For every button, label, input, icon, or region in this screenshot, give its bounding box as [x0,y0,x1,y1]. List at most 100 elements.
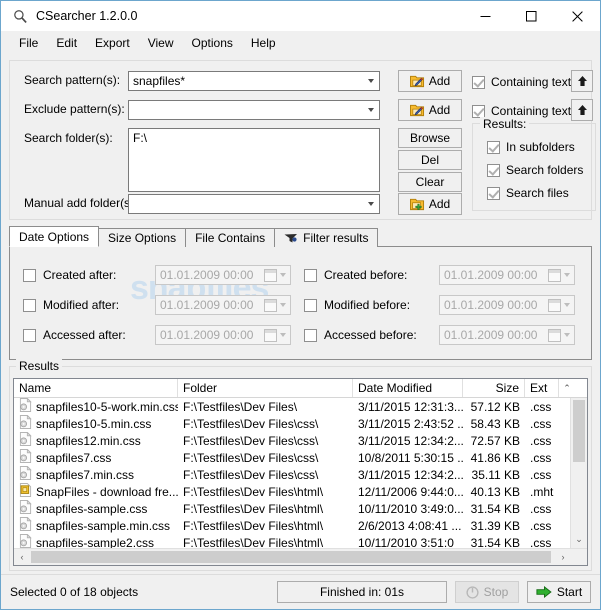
created-before-checkbox[interactable] [304,268,317,282]
checkbox-box [487,140,500,154]
tab-filter-results[interactable]: Filter results [274,228,379,247]
modified-after-field[interactable]: 01.01.2009 00:00 [155,295,291,315]
browse-button[interactable]: Browse [398,128,462,148]
search-pattern-input[interactable]: snapfiles* [128,71,380,91]
menu-item-file[interactable]: File [10,33,47,53]
menu-item-options[interactable]: Options [183,33,242,53]
date-picker-icons[interactable] [548,268,574,282]
cell-size: 41.86 KB [470,450,520,465]
containing-text-1-checkbox[interactable]: Containing text [472,75,571,89]
option-search-files[interactable]: Search files [487,186,569,200]
menu-item-view[interactable]: View [139,33,183,53]
cell-name: snapfiles7.min.css [14,466,178,483]
tab-date-options[interactable]: Date Options [9,226,100,247]
option-in-subfolders[interactable]: In subfolders [487,140,575,154]
finished-indicator: Finished in: 01s [277,581,447,603]
column-header-folder[interactable]: Folder [178,379,353,397]
css-file-icon [19,432,36,449]
maximize-button[interactable] [508,1,554,31]
start-button[interactable]: Start [527,581,591,603]
modified-before-checkbox[interactable] [304,298,317,312]
created-before-row: Created before: 01.01.2009 00:00 [304,265,575,285]
cell-ext: .mht [530,484,554,499]
table-row[interactable]: snapfiles-sample2.css F:\Testfiles\Dev Fi… [14,534,587,548]
scroll-up-arrow-icon[interactable]: ⌃ [559,379,575,397]
results-vertical-scrollbar[interactable]: ⌄ [570,398,587,548]
containing-text-1-label: Containing text [491,75,572,89]
accessed-after-label: Accessed after: [43,328,126,342]
modified-before-field[interactable]: 01.01.2009 00:00 [439,295,575,315]
clear-label: Clear [415,175,445,189]
created-before-field[interactable]: 01.01.2009 00:00 [439,265,575,285]
chevron-down-icon[interactable] [362,72,379,90]
column-header-size[interactable]: Size [463,379,525,397]
exclude-pattern-input[interactable] [128,100,380,120]
cell-name: snapfiles7.css [14,449,178,466]
app-window: CSearcher 1.2.0.0 File Edit Export View … [0,0,601,610]
table-row[interactable]: snapfiles-sample.min.css F:\Testfiles\Dev… [14,517,587,534]
option-search-folders[interactable]: Search folders [487,163,583,177]
date-picker-icons[interactable] [264,328,290,342]
menu-item-help[interactable]: Help [242,33,285,53]
results-horizontal-scrollbar[interactable]: ‹ › [14,548,587,565]
table-row[interactable]: snapfiles10-5.min.css F:\Testfiles\Dev Fi… [14,415,587,432]
horizontal-scroll-thumb[interactable] [31,551,551,563]
tab-size-options[interactable]: Size Options [98,228,187,247]
accessed-after-field[interactable]: 01.01.2009 00:00 [155,325,291,345]
add-pattern-button[interactable]: Add [398,70,462,92]
menu-bar: File Edit Export View Options Help [1,31,600,54]
cell-folder: F:\Testfiles\Dev Files\html\ [183,484,324,499]
browse-label: Browse [409,131,450,145]
minimize-button[interactable] [462,1,508,31]
menu-item-export[interactable]: Export [86,33,139,53]
cell-date-modified: 3/11/2015 12:34:2... [358,467,463,482]
date-picker-icons[interactable] [264,298,290,312]
table-row[interactable]: snapfiles7.min.css F:\Testfiles\Dev Files… [14,466,587,483]
manual-add-button[interactable]: Add [398,193,462,215]
modified-after-checkbox[interactable] [23,298,36,312]
pattern-up-button[interactable] [571,70,593,92]
chevron-down-icon[interactable] [362,101,379,119]
exclude-up-button[interactable] [571,99,593,121]
accessed-before-field[interactable]: 01.01.2009 00:00 [439,325,575,345]
created-after-field[interactable]: 01.01.2009 00:00 [155,265,291,285]
cell-size: 31.54 KB [470,501,520,516]
cell-size: 40.13 KB [470,484,520,499]
tab-file-contains[interactable]: File Contains [185,228,276,247]
chevron-down-icon[interactable] [362,195,379,213]
results-grid[interactable]: Name Folder Date Modified Size Ext ⌃ sna… [13,378,588,566]
cell-size: 72.57 KB [470,433,520,448]
accessed-before-checkbox[interactable] [304,328,317,342]
scroll-right-arrow-icon[interactable]: › [555,552,571,562]
menu-item-edit[interactable]: Edit [47,33,86,53]
date-picker-icons[interactable] [548,328,574,342]
date-picker-icons[interactable] [548,298,574,312]
containing-text-2-checkbox[interactable]: Containing text [472,104,571,118]
table-row[interactable]: snapfiles12.min.css F:\Testfiles\Dev File… [14,432,587,449]
column-header-name[interactable]: Name [14,379,178,397]
cell-date-modified: 3/11/2015 12:34:2... [358,433,463,448]
scroll-down-arrow-icon[interactable]: ⌄ [575,531,583,548]
manual-add-row: Manual add folder(s): [24,196,137,210]
add-exclude-button[interactable]: Add [398,99,462,121]
clear-button[interactable]: Clear [398,172,462,192]
vertical-scroll-thumb[interactable] [573,400,585,462]
table-row[interactable]: SnapFiles - download fre... F:\Testfiles\… [14,483,587,500]
accessed-after-checkbox[interactable] [23,328,36,342]
stop-button[interactable]: Stop [455,581,519,603]
created-after-checkbox[interactable] [23,268,36,282]
cell-folder: F:\Testfiles\Dev Files\ [183,399,298,414]
table-row[interactable]: snapfiles-sample.css F:\Testfiles\Dev Fil… [14,500,587,517]
search-folders-list[interactable]: F:\ [128,128,380,192]
table-row[interactable]: snapfiles7.css F:\Testfiles\Dev Files\css… [14,449,587,466]
table-row[interactable]: snapfiles10-5-work.min.css F:\Testfiles\D… [14,398,587,415]
scroll-left-arrow-icon[interactable]: ‹ [14,552,30,562]
close-button[interactable] [554,1,600,31]
column-header-ext[interactable]: Ext [525,379,559,397]
css-file-icon [19,517,36,534]
calendar-icon [548,268,561,282]
column-header-date-modified[interactable]: Date Modified [353,379,463,397]
manual-add-input[interactable] [128,194,380,214]
date-picker-icons[interactable] [264,268,290,282]
del-button[interactable]: Del [398,150,462,170]
